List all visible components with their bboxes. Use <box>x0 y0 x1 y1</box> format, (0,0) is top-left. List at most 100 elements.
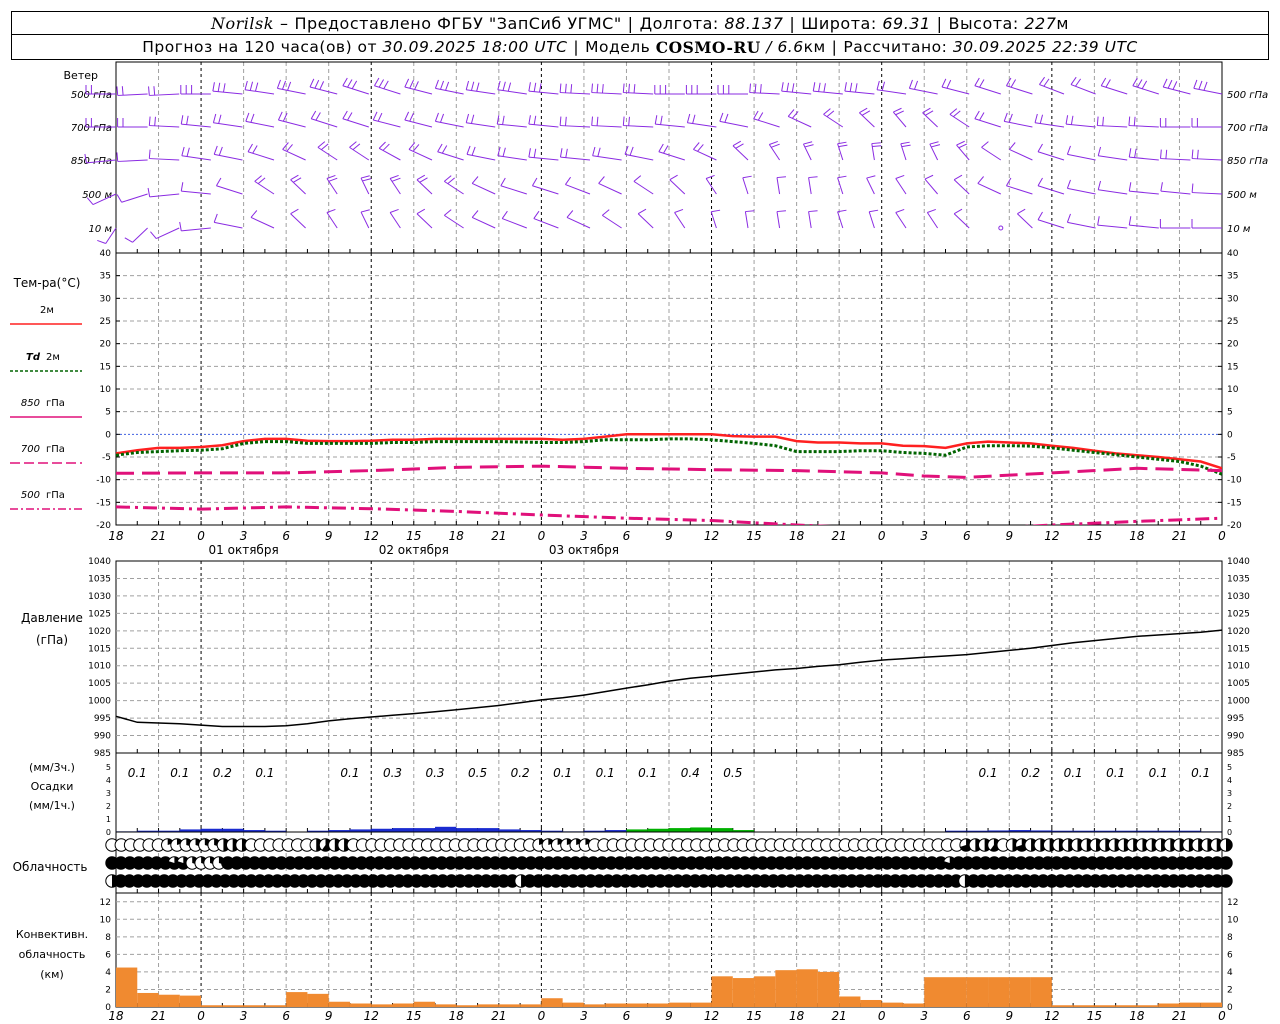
wind-barb <box>528 90 559 95</box>
precip-tick-right: 1 <box>1227 815 1232 824</box>
wind-barb-feather <box>409 112 414 122</box>
hour-label-bottom: 12 <box>704 1009 719 1023</box>
wind-barb-feather <box>465 80 470 90</box>
conv-tick-right: 8 <box>1227 933 1233 943</box>
conv-tick-left: 4 <box>105 968 111 978</box>
wind-barb-feather <box>924 174 934 180</box>
precip-amount-label: 0.5 <box>723 766 742 780</box>
wind-barb-feather <box>443 209 452 216</box>
wind-barb <box>719 120 749 128</box>
wind-barb <box>808 211 812 229</box>
hour-label: 18 <box>108 529 124 543</box>
wind-barb-feather <box>470 114 475 124</box>
legend-label: гПа <box>46 490 65 501</box>
temp-series-line <box>116 505 1222 525</box>
hour-label: 15 <box>406 529 421 543</box>
wind-barb-feather <box>501 210 508 219</box>
wind-barb-feather <box>1191 183 1194 193</box>
precip-tick-right: 5 <box>1227 763 1232 772</box>
wind-barb <box>776 177 781 195</box>
pressure-tick-left: 1025 <box>88 609 111 619</box>
wind-barb-feather <box>781 82 784 92</box>
wind-barb-feather <box>866 175 876 179</box>
wind-barb-feather <box>471 210 479 218</box>
wind-barb-feather <box>1003 112 1008 122</box>
wind-calm <box>998 225 1004 231</box>
wind-barb-feather <box>533 148 537 158</box>
wind-barb <box>981 146 1002 161</box>
precip-amount-label: 0.1 <box>553 766 572 780</box>
pressure-tick-right: 1015 <box>1227 644 1250 654</box>
wind-barb-feather <box>949 108 958 115</box>
precip-bar <box>690 827 712 832</box>
conv-bar <box>307 993 329 1007</box>
precip-unit-bottom: (мм/1ч.) <box>29 799 75 812</box>
wind-barb <box>472 182 496 195</box>
pressure-tick-right: 985 <box>1227 749 1244 759</box>
precip-bar <box>477 828 499 832</box>
wind-barb-feather <box>533 115 537 125</box>
wind-barb-feather <box>872 145 882 148</box>
pressure-tick-left: 1005 <box>88 679 111 689</box>
precip-amount-label: 0.4 <box>681 766 700 780</box>
wind-barb-feather <box>250 210 258 218</box>
conv-bar <box>222 1005 244 1007</box>
wind-barb <box>591 125 622 128</box>
legend-prefix: Td <box>26 352 41 363</box>
pressure-tick-right: 995 <box>1227 714 1244 724</box>
wind-barb-feather <box>121 86 124 96</box>
wind-barb-feather <box>732 140 742 147</box>
wind-barb <box>181 155 211 161</box>
wind-barb-feather <box>633 84 636 94</box>
hour-label: 3 <box>580 529 588 543</box>
precip-amount-label: 0.1 <box>1191 766 1210 780</box>
wind-barb-feather <box>257 177 266 185</box>
wind-barb-feather <box>245 112 250 122</box>
temp-tick-left: 40 <box>100 249 112 259</box>
wind-barb-feather <box>637 208 647 215</box>
wind-barb-feather <box>893 107 902 113</box>
wind-barb-feather <box>592 146 596 156</box>
temp-tick-right: 0 <box>1227 430 1233 440</box>
wind-barb <box>637 213 654 229</box>
wind-barb <box>1006 185 1033 195</box>
wind-barb-feather <box>507 82 512 92</box>
cloud-symbol <box>1219 874 1233 888</box>
wind-level-label: 850 гПа <box>71 156 112 167</box>
conv-tick-left: 6 <box>105 950 111 960</box>
wind-barb-feather <box>181 146 185 156</box>
wind-barb <box>1160 158 1191 161</box>
wind-barb-feather <box>404 111 410 121</box>
conv-bar <box>520 1004 542 1007</box>
wind-barb <box>528 156 559 161</box>
wind-barb-feather <box>319 81 325 90</box>
wind-barb-feather <box>328 177 338 182</box>
precip-amount-label: 0.1 <box>128 766 147 780</box>
legend-label: 2м <box>40 305 54 316</box>
wind-barb <box>374 85 401 95</box>
wind-barb-feather <box>1034 113 1038 123</box>
conv-bar <box>498 1004 521 1007</box>
legend-label: гПа <box>46 444 65 455</box>
hour-label: 21 <box>1172 529 1187 543</box>
temp-tick-right: 5 <box>1227 408 1233 418</box>
wind-barb-feather <box>895 110 904 116</box>
wind-barb <box>633 180 654 195</box>
hour-label: 12 <box>1044 529 1059 543</box>
conv-bar <box>456 1005 478 1007</box>
hour-label: 0 <box>878 529 886 543</box>
precip-bar <box>711 828 733 832</box>
temp-tick-right: -20 <box>1227 521 1242 531</box>
wind-barb <box>416 179 433 195</box>
wind-barb <box>444 180 464 195</box>
wind-barb-feather <box>466 145 471 155</box>
wind-barb-feather <box>818 82 821 92</box>
wind-barb-feather <box>1133 116 1136 126</box>
wind-barb <box>844 90 875 95</box>
conv-bar <box>690 1002 712 1007</box>
wind-barb-feather <box>437 143 443 152</box>
wind-barb-feather <box>908 79 913 89</box>
conv-bar <box>669 1002 691 1007</box>
wind-barb <box>1129 190 1159 195</box>
wind-barb-feather <box>1066 213 1071 223</box>
